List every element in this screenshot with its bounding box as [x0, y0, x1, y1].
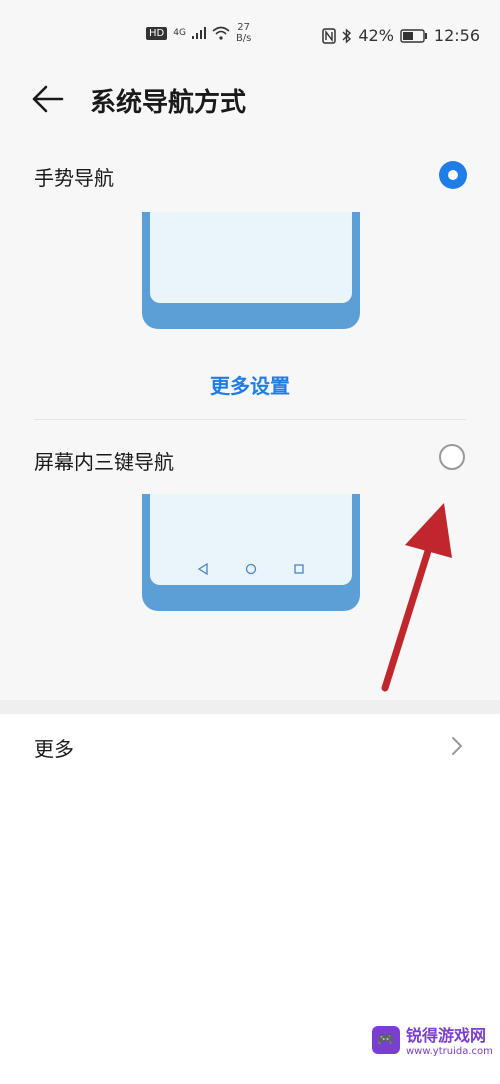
watermark: 🎮 锐得游戏网 www.ytruida.com [372, 1022, 493, 1057]
watermark-url: www.ytruida.com [406, 1046, 493, 1057]
annotation-arrow-icon [381, 503, 452, 692]
watermark-text: 锐得游戏网 www.ytruida.com [406, 1022, 493, 1057]
gamepad-logo-icon: 🎮 [372, 1025, 400, 1054]
watermark-main: 锐得游戏网 [406, 1026, 487, 1045]
